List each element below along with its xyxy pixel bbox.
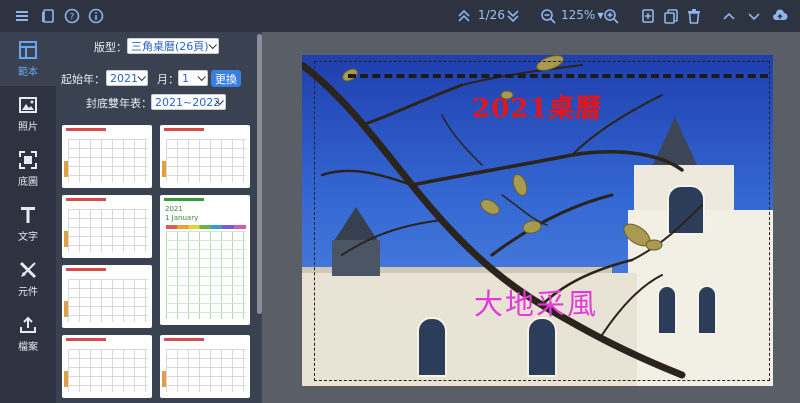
file-upload-icon	[20, 316, 36, 333]
zoom-in-icon[interactable]	[603, 8, 619, 24]
nav-label: 照片	[18, 122, 38, 133]
template-thumbnail[interactable]: 2021 1 January	[160, 195, 250, 325]
back-cover-label: 封底雙年表：	[86, 97, 152, 110]
zoom-level-select[interactable]: 125% ▼	[561, 8, 603, 22]
back-cover-select[interactable]: 2021~2022	[151, 94, 226, 110]
info-icon[interactable]	[88, 8, 104, 24]
move-up-icon[interactable]	[721, 8, 737, 24]
panel-scrollbar[interactable]	[257, 32, 262, 403]
start-year-select[interactable]: 2021	[106, 70, 148, 86]
nav-item-photo[interactable]: 照片	[0, 87, 56, 141]
template-thumbnail[interactable]	[62, 265, 152, 328]
nav-item-file[interactable]: 檔案	[0, 307, 56, 361]
calendar-title[interactable]: 2021桌曆	[472, 88, 602, 125]
template-thumbnail[interactable]	[160, 125, 250, 188]
next-page-icon[interactable]	[505, 8, 521, 24]
move-down-icon[interactable]	[746, 8, 762, 24]
format-select[interactable]: 三角桌曆(26頁)	[127, 38, 219, 54]
add-page-icon[interactable]	[640, 8, 656, 24]
nav-label: 範本	[18, 67, 38, 78]
nav-label: 元件	[18, 287, 38, 298]
month-select[interactable]: 1	[178, 70, 208, 86]
month-value: 1	[182, 71, 189, 85]
top-toolbar: ? 1/26 125% ▼	[0, 0, 800, 32]
chevron-down-icon	[137, 72, 146, 82]
thumbnail-year: 2021	[165, 205, 183, 213]
svg-text:?: ?	[70, 13, 75, 23]
nav-label: 文字	[18, 232, 38, 243]
previous-page-icon[interactable]	[456, 8, 472, 24]
template-thumbnail[interactable]	[160, 335, 250, 398]
delete-page-icon[interactable]	[686, 8, 702, 24]
calendar-page-canvas[interactable]: 2021桌曆 大地采風	[302, 55, 773, 386]
app-window: { "toolbar": { "page_indicator": "1/26",…	[0, 0, 800, 403]
zoom-out-icon[interactable]	[540, 8, 556, 24]
photo-icon	[19, 97, 37, 113]
start-year-label: 起始年：	[61, 73, 105, 86]
chevron-down-icon	[197, 72, 206, 82]
template-panel: 版型： 三角桌曆(26頁) 起始年： 2021 月： 1 更換 封底雙年表： 2…	[56, 32, 262, 403]
text-icon	[21, 207, 35, 223]
thumbnail-month: 1 January	[165, 214, 199, 222]
page-indicator: 1/26	[478, 8, 505, 22]
calendar-subtitle[interactable]: 大地采風	[474, 281, 598, 323]
pages-icon[interactable]	[40, 8, 56, 24]
nav-item-text[interactable]: 文字	[0, 197, 56, 251]
month-label: 月：	[157, 73, 179, 86]
nav-label: 底圖	[18, 177, 38, 188]
nav-item-background[interactable]: 底圖	[0, 142, 56, 196]
nav-label: 檔案	[18, 342, 38, 353]
start-year-value: 2021	[110, 71, 138, 85]
format-label: 版型：	[94, 41, 127, 54]
help-icon[interactable]: ?	[64, 8, 80, 24]
chevron-down-icon	[208, 40, 217, 50]
template-thumbnail[interactable]	[62, 195, 152, 258]
zoom-level: 125%	[561, 8, 596, 22]
format-value: 三角桌曆(26頁)	[131, 40, 209, 53]
nav-item-template[interactable]: 範本	[0, 32, 56, 86]
cloud-upload-icon[interactable]	[772, 8, 788, 24]
left-nav: 範本 照片 底圖 文字 元件 檔案	[0, 32, 56, 403]
elements-icon	[19, 261, 37, 279]
binding-line-guide	[348, 74, 768, 78]
nav-item-elements[interactable]: 元件	[0, 252, 56, 306]
duplicate-page-icon[interactable]	[663, 8, 679, 24]
scrollbar-thumb[interactable]	[257, 34, 262, 314]
change-button[interactable]: 更換	[211, 70, 241, 87]
background-icon	[19, 151, 37, 169]
back-cover-value: 2021~2022	[155, 95, 221, 109]
menu-icon[interactable]	[14, 8, 30, 24]
template-thumbnail[interactable]	[62, 125, 152, 188]
template-thumbnail[interactable]	[62, 335, 152, 398]
template-icon	[19, 41, 37, 59]
